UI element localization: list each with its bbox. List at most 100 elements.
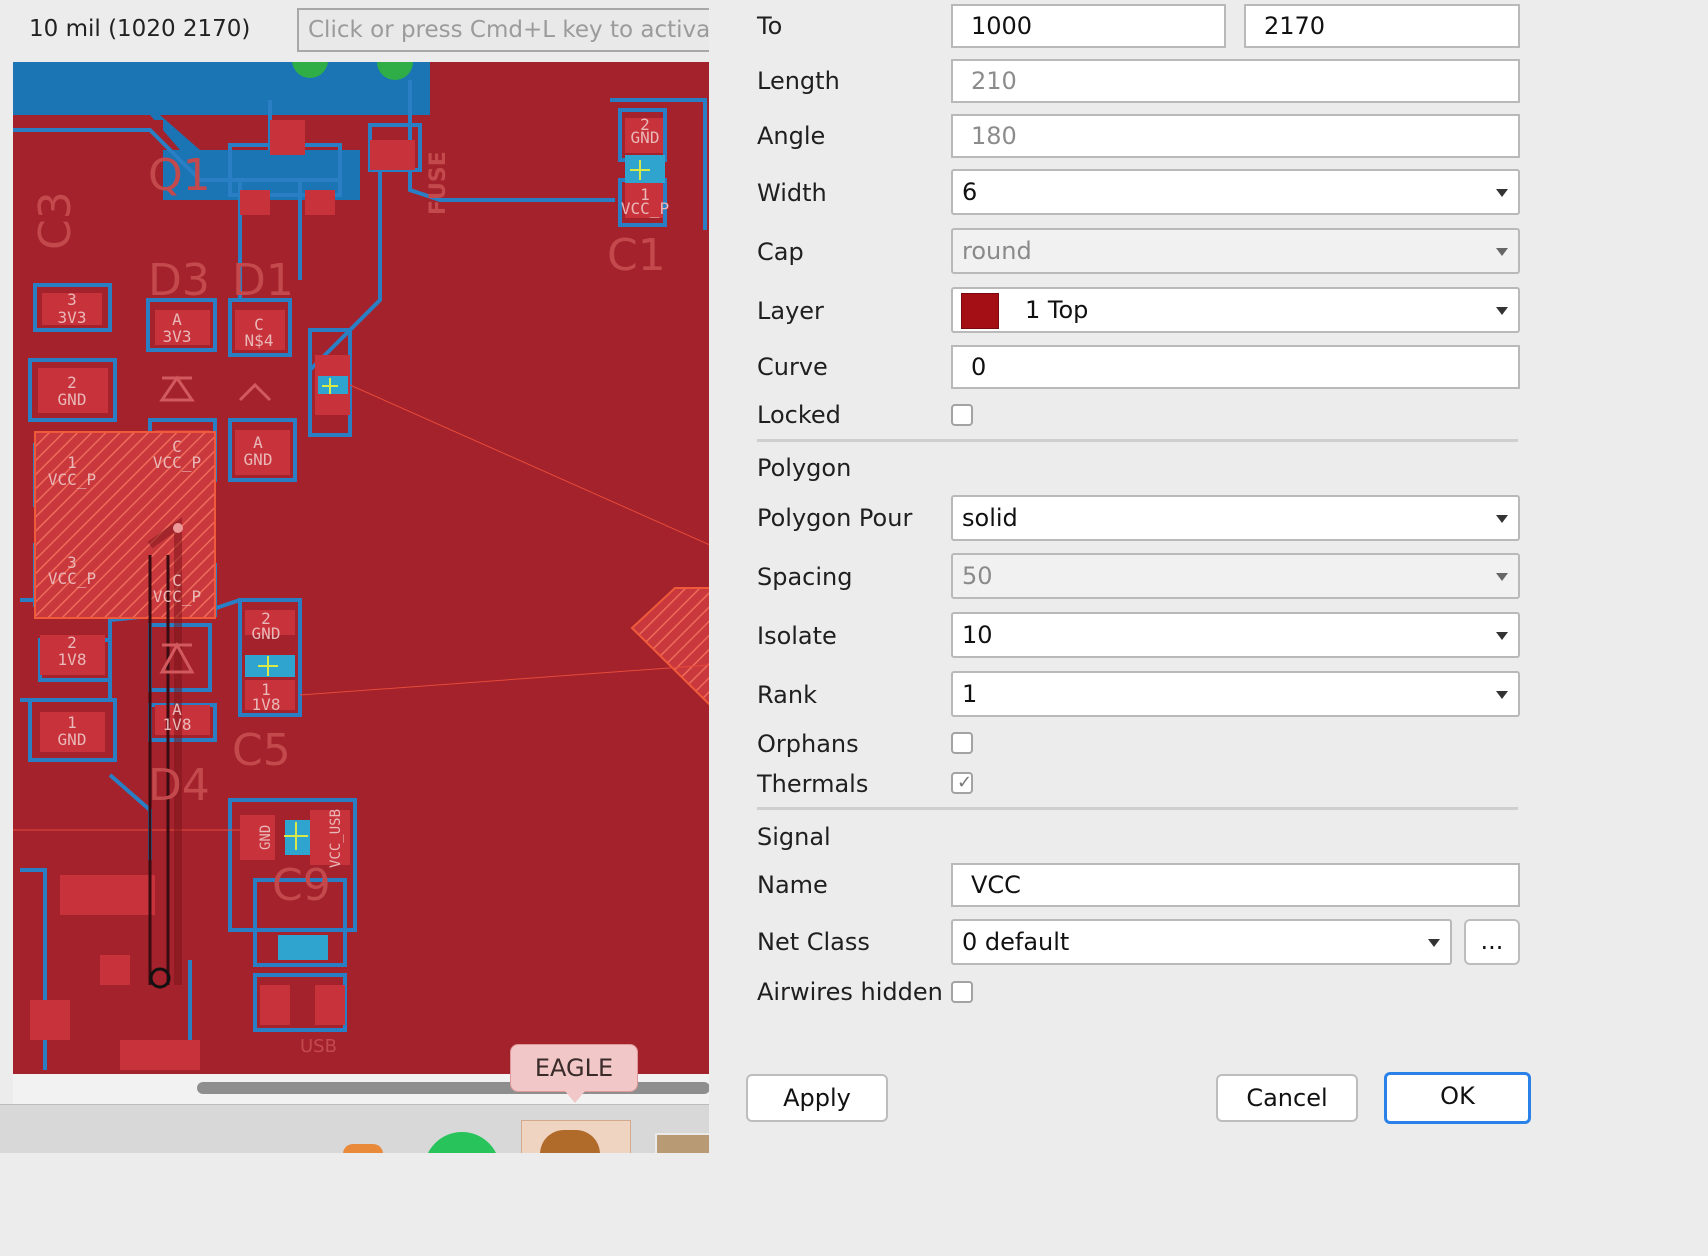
length-field[interactable]: 210 xyxy=(951,59,1520,103)
chevron-down-icon xyxy=(1496,573,1508,581)
chevron-down-icon xyxy=(1428,939,1440,947)
net-class-value: 0 default xyxy=(962,928,1070,956)
dock-photos-icon[interactable] xyxy=(655,1133,710,1153)
pad-name: VCC_P xyxy=(153,587,201,606)
label-usb: USB xyxy=(300,1036,337,1057)
chevron-down-icon xyxy=(1496,632,1508,640)
chevron-down-icon xyxy=(1496,307,1508,315)
divider xyxy=(757,439,1518,442)
pad-name: VCC_P xyxy=(48,569,96,588)
layer-color-swatch xyxy=(961,293,999,329)
pour-value: solid xyxy=(962,504,1018,532)
apply-button[interactable]: Apply xyxy=(746,1074,888,1122)
spacing-select[interactable]: 50 xyxy=(951,553,1520,599)
label-c9: C9 xyxy=(272,860,331,911)
locked-label: Locked xyxy=(757,401,841,429)
pad-name: GND xyxy=(58,390,87,409)
chevron-down-icon xyxy=(1496,691,1508,699)
pad-name: 1V8 xyxy=(252,695,281,714)
pad-name: VCC_P xyxy=(153,453,201,472)
cancel-button[interactable]: Cancel xyxy=(1216,1074,1358,1122)
isolate-label: Isolate xyxy=(757,622,837,650)
name-label: Name xyxy=(757,871,828,899)
spacing-value: 50 xyxy=(962,562,993,590)
orphans-checkbox[interactable] xyxy=(951,732,973,754)
net-class-select[interactable]: 0 default xyxy=(951,919,1452,965)
airwires-hidden-checkbox[interactable] xyxy=(951,981,973,1003)
chevron-down-icon xyxy=(1496,515,1508,523)
orphans-label: Orphans xyxy=(757,730,859,758)
net-class-label: Net Class xyxy=(757,928,870,956)
net-class-more-button[interactable]: ... xyxy=(1464,919,1520,965)
pad-name: VCC_USB xyxy=(328,809,344,868)
layer-label: Layer xyxy=(757,297,824,325)
dock-app-icon[interactable] xyxy=(343,1144,383,1153)
label-c1: C1 xyxy=(607,230,666,281)
isolate-value: 10 xyxy=(962,621,993,649)
angle-field[interactable]: 180 xyxy=(951,114,1520,158)
label-q1: Q1 xyxy=(148,150,211,201)
board-editor: 10 mil (1020 2170) Click or press Cmd+L … xyxy=(0,0,710,1153)
pcb-canvas[interactable]: Q1 D3 D1 C1 C5 D4 C9 C3 FUSE USB 3 3V3 A… xyxy=(13,62,710,1074)
ok-button[interactable]: OK xyxy=(1384,1072,1531,1124)
spacing-label: Spacing xyxy=(757,563,853,591)
pad-name: 1V8 xyxy=(163,715,192,734)
label-d1: D1 xyxy=(232,255,294,306)
polygon-section-title: Polygon xyxy=(757,454,852,482)
locked-checkbox[interactable] xyxy=(951,404,973,426)
airwires-hidden-label: Airwires hidden xyxy=(757,978,943,1006)
chevron-down-icon xyxy=(1496,189,1508,197)
canvas-left-edge xyxy=(0,62,14,1074)
to-label: To xyxy=(757,12,783,40)
layer-value: 1 Top xyxy=(1025,296,1089,324)
checkmark-icon: ✓ xyxy=(957,772,973,793)
label-d3: D3 xyxy=(148,255,210,306)
pad-name: 3V3 xyxy=(163,327,192,346)
rank-value: 1 xyxy=(962,680,978,708)
label-c5: C5 xyxy=(232,725,291,776)
label-c3: C3 xyxy=(30,191,81,250)
cap-label: Cap xyxy=(757,238,804,266)
command-line-input[interactable]: Click or press Cmd+L key to activa xyxy=(297,8,710,52)
label-d4: D4 xyxy=(148,760,210,811)
cap-select[interactable]: round xyxy=(951,228,1520,274)
pad-name: GND xyxy=(631,128,660,147)
polygon-pour-select[interactable]: solid xyxy=(951,495,1520,541)
chevron-down-icon xyxy=(1496,248,1508,256)
width-select[interactable]: 6 xyxy=(951,169,1520,215)
pad-name: VCC_P xyxy=(621,199,669,218)
pad-name: GND xyxy=(244,450,273,469)
label-fuse: FUSE xyxy=(426,151,451,215)
pad-name: GND xyxy=(58,730,87,749)
rank-select[interactable]: 1 xyxy=(951,671,1520,717)
cap-value: round xyxy=(962,237,1032,265)
curve-label: Curve xyxy=(757,353,828,381)
thermals-label: Thermals xyxy=(757,770,869,798)
pad-name: 1V8 xyxy=(58,650,87,669)
isolate-select[interactable]: 10 xyxy=(951,612,1520,658)
signal-section-title: Signal xyxy=(757,823,831,851)
layer-select[interactable]: 1 Top xyxy=(951,287,1520,333)
polygon-pour-label: Polygon Pour xyxy=(757,504,913,532)
angle-label: Angle xyxy=(757,122,826,150)
curve-field[interactable]: 0 xyxy=(951,345,1520,389)
coordinate-display: 10 mil (1020 2170) xyxy=(29,16,251,42)
signal-name-field[interactable]: VCC xyxy=(951,863,1520,907)
divider xyxy=(757,807,1518,810)
tooltip-arrow xyxy=(565,1091,585,1103)
pad-name: GND xyxy=(252,624,281,643)
length-label: Length xyxy=(757,67,840,95)
width-value: 6 xyxy=(962,178,978,206)
width-label: Width xyxy=(757,179,827,207)
to-y-field[interactable]: 2170 xyxy=(1244,4,1520,48)
pad-name: VCC_P xyxy=(48,470,96,489)
properties-dialog: To 1000 2170 Length 210 Angle 180 Width … xyxy=(709,0,1568,1153)
pad-name: 3V3 xyxy=(58,308,87,327)
pad-num: 3 xyxy=(67,290,77,309)
thermals-checkbox[interactable]: ✓ xyxy=(951,772,973,794)
rank-label: Rank xyxy=(757,681,817,709)
dock-tooltip: EAGLE xyxy=(510,1044,638,1092)
pad-name: GND xyxy=(258,825,274,850)
pad-name: N$4 xyxy=(245,331,274,350)
to-x-field[interactable]: 1000 xyxy=(951,4,1226,48)
